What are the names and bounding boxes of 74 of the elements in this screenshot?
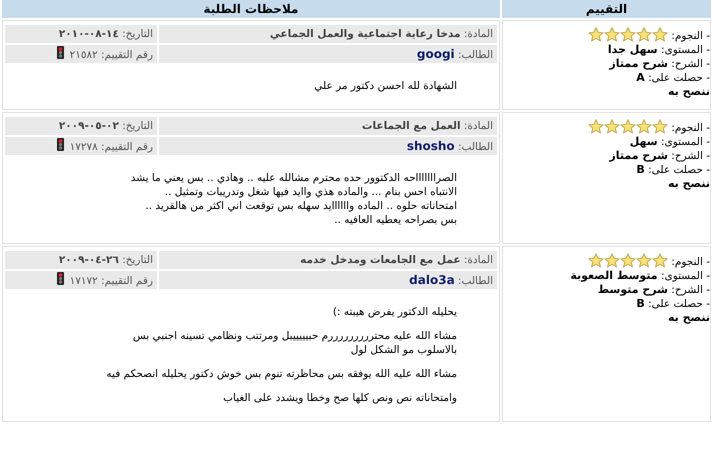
- traffic-light-icon: [56, 46, 64, 59]
- field-label: التاريخ:: [121, 28, 153, 40]
- star-icon: [636, 119, 652, 134]
- comment-paragraph: الصراااااااحه الدكتوور حده محترم مشالله عليه .. وهادي .. بس يعني ما يشد الانتباه احس بنام ... والماده هذي واايد فيها شغل وتدريبات وتمثيل .. امتحاناته حلوه .. الماده واااااايد سهله بس توقعت اني اكثر من هالقريد .. بس بصراحه يعطيه العافيه ..: [130, 171, 457, 227]
- rating-number: ٢١٥٨٢: [70, 49, 98, 61]
- recommendation: ننصح به: [666, 177, 710, 191]
- comment-paragraph: مشاء الله عليه محترررررررررم حبيييييبل ومرتتب ونظامي تسينه اجنبي بس بالاسلوب مو الشكل لول: [132, 329, 457, 357]
- star-icon: [588, 27, 604, 42]
- grade-value: B: [636, 163, 645, 176]
- level-value: متوسط الصعوبة: [570, 269, 658, 282]
- stars-label: - النجوم:: [670, 256, 710, 268]
- student-link[interactable]: dalo3a: [409, 272, 455, 286]
- level-value: سهل: [630, 135, 658, 148]
- level-value: سهل جدا: [608, 43, 658, 56]
- star-icon: [620, 119, 636, 134]
- field-label: - المستوى:: [660, 44, 710, 56]
- field-label: التاريخ:: [121, 120, 153, 132]
- recommendation: ننصح به: [666, 311, 710, 325]
- grade-value: A: [636, 71, 645, 84]
- field-label: - الشرح:: [670, 284, 710, 296]
- field-label: الطالب:: [457, 48, 493, 60]
- student-link[interactable]: googi: [416, 46, 455, 60]
- field-label: التاريخ:: [121, 254, 153, 266]
- field-label: رقم التقييم:: [100, 141, 153, 153]
- field-label: المادة:: [462, 254, 493, 266]
- grade-value: B: [636, 297, 645, 310]
- star-icon: [588, 253, 604, 268]
- star-icon: [588, 119, 604, 134]
- field-label: الطالب:: [457, 274, 493, 286]
- column-header: ملاحظات الطلبة: [2, 0, 500, 18]
- rating-number: ١٧١٧٢: [70, 275, 98, 287]
- stars-label: - النجوم:: [670, 122, 710, 134]
- star-icon: [652, 253, 668, 268]
- star-icon: [652, 27, 668, 42]
- stars-label: - النجوم:: [670, 30, 710, 42]
- field-label: رقم التقييم:: [100, 275, 153, 287]
- field-label: الطالب:: [457, 140, 493, 152]
- explanation-value: شرح ممتاز: [609, 149, 668, 162]
- subject-value: عمل مع الجامعات ومدخل خدمه: [300, 254, 461, 266]
- column-header: التقييم: [502, 0, 711, 18]
- traffic-light-icon: [56, 272, 64, 285]
- star-icon: [636, 27, 652, 42]
- star-icon: [620, 253, 636, 268]
- rating-number: ١٧٢٧٨: [70, 141, 98, 153]
- star-icon: [652, 119, 668, 134]
- subject-value: العمل مع الجماعات: [362, 120, 461, 132]
- student-link[interactable]: shosho: [406, 138, 455, 152]
- comment-paragraph: يحليله الدكتور يفرض هيبته :): [332, 305, 457, 319]
- date-value: ٠٢-٠٥-٢٠٠٩: [58, 120, 119, 132]
- explanation-value: شرح ممتاز: [609, 57, 668, 70]
- field-label: - حصلت على:: [647, 72, 710, 84]
- recommendation: ننصح به: [666, 85, 710, 99]
- field-label: المادة:: [462, 120, 493, 132]
- star-icon: [604, 119, 620, 134]
- date-value: ١٤-٠٨-٢٠١٠: [58, 28, 119, 40]
- comment-paragraph: الشهادة لله احسن دكتور مر علي: [313, 79, 457, 93]
- field-label: رقم التقييم:: [100, 49, 153, 61]
- star-icon: [604, 27, 620, 42]
- explanation-value: شرح متوسط: [598, 283, 668, 296]
- field-label: - حصلت على:: [647, 164, 710, 176]
- star-icon: [604, 253, 620, 268]
- field-label: - الشرح:: [670, 150, 710, 162]
- field-label: - الشرح:: [670, 58, 710, 70]
- comment-paragraph: وامتحاناته نص ونص كلها صح وخطا ويشدد على الغياب: [222, 391, 457, 405]
- field-label: - المستوى:: [660, 270, 710, 282]
- star-icon: [620, 27, 636, 42]
- subject-value: مدخا رعاية اجتماعية والعمل الجماعي: [270, 28, 461, 40]
- field-label: - حصلت على:: [647, 298, 710, 310]
- field-label: - المستوى:: [660, 136, 710, 148]
- traffic-light-icon: [56, 138, 64, 151]
- star-icon: [636, 253, 652, 268]
- date-value: ٢٦-٠٤-٢٠٠٩: [58, 254, 119, 266]
- comment-paragraph: مشاء الله عليه الله يوفقه بس محاظرته تنوم بس خوش دكتور يحليله انصحكم فيه: [105, 367, 457, 381]
- field-label: المادة:: [462, 28, 493, 40]
